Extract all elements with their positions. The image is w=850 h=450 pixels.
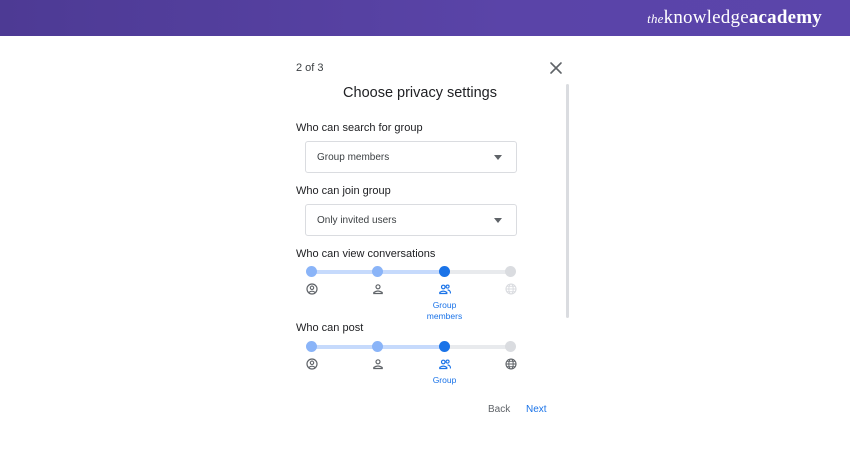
post-selected-label: Group bbox=[432, 375, 457, 385]
next-button[interactable]: Next bbox=[526, 404, 547, 415]
search-label: Who can search for group bbox=[296, 122, 423, 134]
dropdown-caret-icon bbox=[494, 155, 502, 160]
post-slider-stop-3[interactable] bbox=[439, 341, 450, 352]
view-slider[interactable] bbox=[306, 266, 518, 278]
person-circle-icon[interactable] bbox=[305, 283, 318, 295]
post-slider-stop-4[interactable] bbox=[505, 341, 516, 352]
view-slider-stop-4[interactable] bbox=[505, 266, 516, 277]
step-indicator: 2 of 3 bbox=[296, 62, 324, 74]
group-icon[interactable] bbox=[438, 358, 451, 370]
dialog-title: Choose privacy settings bbox=[343, 85, 497, 101]
person-icon[interactable] bbox=[372, 358, 384, 370]
join-label: Who can join group bbox=[296, 185, 391, 197]
search-select[interactable]: Group members bbox=[305, 141, 517, 173]
view-label: Who can view conversations bbox=[296, 248, 436, 260]
person-circle-icon[interactable] bbox=[305, 358, 318, 370]
globe-icon[interactable] bbox=[504, 283, 517, 295]
view-slider-stop-2[interactable] bbox=[372, 266, 383, 277]
post-label: Who can post bbox=[296, 322, 364, 334]
view-selected-label: Group members bbox=[426, 300, 463, 321]
join-select[interactable]: Only invited users bbox=[305, 204, 517, 236]
join-select-value: Only invited users bbox=[317, 215, 397, 226]
view-slider-stop-3[interactable] bbox=[439, 266, 450, 277]
dropdown-caret-icon bbox=[494, 218, 502, 223]
close-icon[interactable] bbox=[547, 59, 565, 77]
back-button[interactable]: Back bbox=[488, 404, 510, 415]
search-select-value: Group members bbox=[317, 152, 390, 163]
person-icon[interactable] bbox=[372, 283, 384, 295]
post-slider-stop-2[interactable] bbox=[372, 341, 383, 352]
group-icon[interactable] bbox=[438, 283, 451, 295]
post-slider[interactable] bbox=[306, 341, 518, 353]
post-slider-stop-1[interactable] bbox=[306, 341, 317, 352]
globe-icon[interactable] bbox=[504, 358, 517, 370]
privacy-dialog: 2 of 3 Choose privacy settings Who can s… bbox=[0, 0, 850, 450]
dialog-scrollbar[interactable] bbox=[566, 84, 569, 318]
view-slider-stop-1[interactable] bbox=[306, 266, 317, 277]
